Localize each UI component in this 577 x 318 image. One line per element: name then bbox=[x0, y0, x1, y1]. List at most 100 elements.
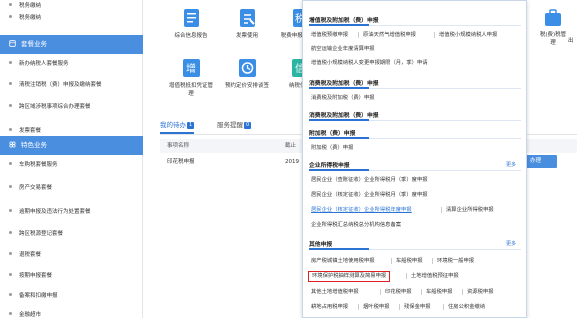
sidebar-item-cross-region-source[interactable]: 跨区税源登记套餐 bbox=[0, 224, 143, 244]
sidebar-item-label: 按期申报套餐 bbox=[19, 273, 53, 279]
section-divider bbox=[309, 87, 521, 89]
link-cit-branch-filing[interactable]: 企业所得税汇总纳税总分机构信息备案 bbox=[311, 221, 401, 229]
sidebar-item-refund[interactable]: 退税套餐 bbox=[0, 245, 143, 265]
sidebar-item-label: 跨区税源登记套餐 bbox=[19, 231, 64, 237]
briefcase-icon bbox=[545, 9, 561, 26]
bullet-icon bbox=[9, 61, 12, 64]
link-aviation-annual[interactable]: 航空运输企业年度清算申报 bbox=[311, 45, 375, 53]
tile-label: 增值税抵扣凭证管理 bbox=[168, 83, 213, 97]
sidebar-item-property[interactable]: 房产交易套餐 bbox=[0, 178, 143, 198]
bullet-icon bbox=[9, 273, 12, 276]
tile-pricing-arrangement[interactable]: 预约定价安排谈签 bbox=[223, 58, 271, 90]
column-header-deadline: 截止 bbox=[285, 143, 297, 149]
bullet-icon bbox=[9, 252, 12, 255]
bullet-icon bbox=[9, 128, 12, 131]
tab-label: 我的待办 bbox=[160, 121, 186, 129]
link-tobacco-tax[interactable]: 烟叶税申报 bbox=[363, 303, 390, 311]
link-consumption-tax[interactable]: 消费税及附加税（费）申报 bbox=[311, 94, 375, 102]
tile-tax-management[interactable]: 税(费)税管理 bbox=[538, 8, 568, 47]
sidebar-item-label: 税务缴纳 bbox=[19, 15, 42, 21]
link-other-land-vat[interactable]: 其他土地增值税申报 bbox=[311, 288, 359, 296]
sidebar-item-new-taxpayer[interactable]: 新办纳税人套餐服务 bbox=[0, 54, 143, 74]
link-env-sampling-simple[interactable]: 环境保护税抽样测算及简易申报 bbox=[308, 271, 391, 282]
invoice-icon bbox=[238, 8, 257, 28]
sidebar-item-label: 房产交易套餐 bbox=[19, 185, 53, 191]
tile-label: 预约定价安排谈签 bbox=[224, 83, 269, 89]
sidebar-item-filing-withholding[interactable]: 备案和扣缴申报 bbox=[0, 286, 143, 306]
tile-vat-deduction[interactable]: 增 增值税抵扣凭证管理 bbox=[167, 58, 215, 98]
tile-invoice-use[interactable]: 发票使用 bbox=[223, 8, 271, 40]
sidebar-item-finance-market[interactable]: 金融超市 bbox=[0, 305, 143, 318]
link-vat-small-scale[interactable]: 增值税小规模纳税人申报 bbox=[439, 31, 497, 39]
section-title: 增值税及附加税（费）申报 bbox=[309, 18, 379, 24]
link-housing-fund[interactable]: 住房公积金缴纳 bbox=[448, 303, 485, 311]
bullet-icon bbox=[9, 185, 12, 188]
section-title: 消费税及附加税（费）申报 bbox=[309, 81, 379, 87]
link-disability-fund[interactable]: 残保金申报 bbox=[404, 303, 431, 311]
link-oil-gas-vat[interactable]: 原油天然气增值税申报 bbox=[363, 31, 416, 39]
report-icon bbox=[182, 8, 201, 28]
sidebar-section-package[interactable]: 套餐业务 bbox=[0, 35, 143, 54]
sidebar-item-label: 逾期申报及违法行为处置套餐 bbox=[19, 209, 91, 215]
sidebar: 税务缴纳 税务缴纳 套餐业务 新办纳税人套餐服务 清税注销税（费）申报及缴纳套餐… bbox=[0, 0, 143, 318]
link-resource-tax[interactable]: 资源税申报 bbox=[467, 288, 494, 296]
section-title: 消费税及附加税（费）申报 bbox=[309, 113, 379, 119]
sidebar-item-top[interactable]: 税务缴纳 bbox=[0, 8, 143, 28]
sidebar-item-label: 发票套餐 bbox=[19, 128, 42, 134]
link-cit-assessed-quarterly[interactable]: 居民企业（核定征收）企业所得税月（季）度申报 bbox=[311, 191, 428, 199]
sidebar-item-overdue[interactable]: 逾期申报及违法行为处置套餐 bbox=[0, 202, 143, 222]
tile-label: 发票使用 bbox=[235, 33, 258, 39]
todo-count-badge: 1 bbox=[187, 121, 195, 129]
tab-my-todo[interactable]: 我的待办 1 bbox=[160, 118, 195, 134]
tile-label: 综合信息报告 bbox=[174, 33, 208, 39]
bullet-icon bbox=[9, 104, 12, 107]
section-divider bbox=[309, 119, 521, 121]
table-cell-deadline: 2019 bbox=[285, 159, 299, 165]
sidebar-item-label: 新办纳税人套餐服务 bbox=[19, 61, 69, 67]
sidebar-item-periodic-filing[interactable]: 按期申报套餐 bbox=[0, 266, 143, 286]
tab-label: 服务提醒 bbox=[217, 121, 243, 129]
sidebar-section-special[interactable]: 特色业务 bbox=[0, 136, 143, 155]
tile-info-report[interactable]: 综合信息报告 bbox=[167, 8, 215, 40]
link-liquidation-cit[interactable]: 清算企业所得税申报 bbox=[446, 206, 494, 214]
svg-text:增: 增 bbox=[186, 62, 196, 75]
sidebar-item-label: 备案和扣缴申报 bbox=[19, 293, 58, 299]
link-vehicle-tax-2[interactable]: 车船税申报 bbox=[426, 288, 453, 296]
more-link[interactable]: 更多 bbox=[506, 161, 516, 168]
pricing-icon bbox=[238, 58, 257, 78]
reminder-count-badge: 0 bbox=[244, 121, 252, 129]
tab-service-reminder[interactable]: 服务提醒 0 bbox=[217, 118, 252, 134]
sidebar-section-label: 套餐业务 bbox=[21, 40, 47, 48]
bullet-icon bbox=[9, 293, 12, 296]
tile-export[interactable]: 出 bbox=[568, 37, 574, 45]
section-divider bbox=[309, 24, 521, 26]
section-title: 附加税（费）申报 bbox=[309, 131, 356, 137]
tax-filing-dropdown: 增值税及附加税（费）申报 增值税预缴申报 原油天然气增值税申报 增值税小规模纳税… bbox=[302, 0, 527, 318]
link-land-vat-prepay[interactable]: 土地增值税预征申报 bbox=[411, 272, 459, 280]
sidebar-item-label: 退税套餐 bbox=[19, 252, 42, 258]
column-header-item: 事项名称 bbox=[167, 143, 190, 149]
link-cit-audit-quarterly[interactable]: 居民企业（查账征收）企业所得税月（季）度申报 bbox=[311, 176, 428, 184]
section-divider bbox=[309, 137, 521, 139]
link-vat-prepay[interactable]: 增值税预缴申报 bbox=[311, 31, 348, 39]
link-surcharge[interactable]: 附加税（费）申报 bbox=[311, 144, 353, 152]
link-vehicle-vessel-tax[interactable]: 车船税申报 bbox=[396, 257, 423, 265]
bullet-icon bbox=[9, 3, 12, 6]
link-farmland-tax[interactable]: 耕地占用税申报 bbox=[311, 303, 348, 311]
tile-label: 出 bbox=[568, 38, 574, 44]
more-link[interactable]: 更多 bbox=[506, 240, 516, 247]
link-env-general[interactable]: 环境税一般申报 bbox=[437, 257, 474, 265]
link-property-land-tax[interactable]: 房产税城镇土地使用税申报 bbox=[311, 257, 375, 265]
sidebar-item-vehicle-tax[interactable]: 车购税套餐服务 bbox=[0, 155, 143, 175]
bullet-icon bbox=[9, 209, 12, 212]
link-vat-period-change[interactable]: 增值税小规模纳税人变更申报期限（月，季）申请 bbox=[311, 59, 428, 67]
bullet-icon bbox=[9, 231, 12, 234]
link-cit-assessed-annual[interactable]: 居民企业（核定征收）企业所得税年度申报 bbox=[311, 206, 412, 214]
sidebar-item-cross-region[interactable]: 跨区域涉税事项综合办理套餐 bbox=[0, 97, 143, 117]
grid-icon bbox=[9, 140, 16, 148]
sidebar-item-label: 车购税套餐服务 bbox=[19, 162, 58, 168]
link-stamp-tax[interactable]: 印花税申报 bbox=[385, 288, 412, 296]
section-divider bbox=[309, 248, 521, 250]
sidebar-item-deregistration[interactable]: 清税注销税（费）申报及缴纳套餐 bbox=[0, 75, 143, 95]
sidebar-section-label: 特色业务 bbox=[21, 141, 47, 149]
